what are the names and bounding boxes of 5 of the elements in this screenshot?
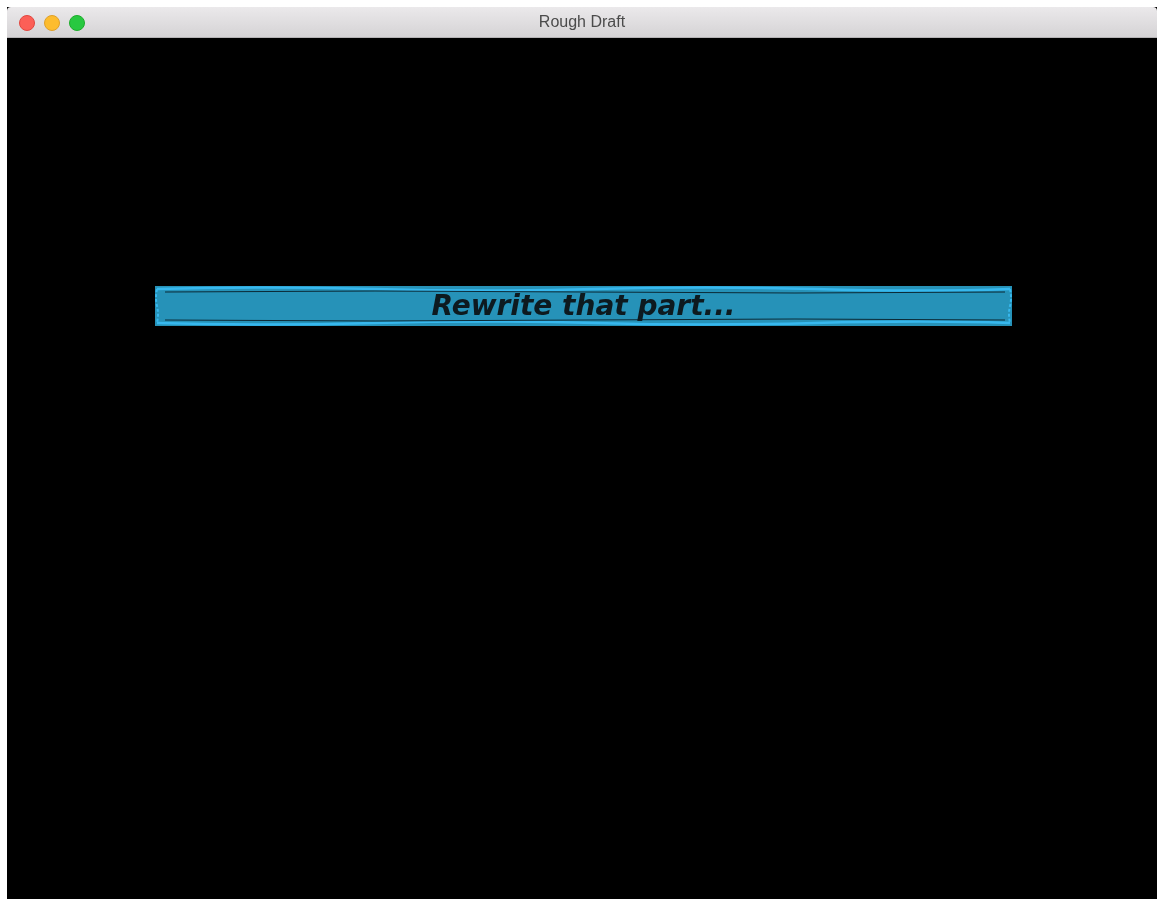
minimize-button[interactable] — [44, 15, 60, 31]
message-banner: Rewrite that part... — [155, 286, 1012, 326]
zoom-button[interactable] — [69, 15, 85, 31]
close-button[interactable] — [19, 15, 35, 31]
window-title: Rough Draft — [538, 12, 626, 32]
